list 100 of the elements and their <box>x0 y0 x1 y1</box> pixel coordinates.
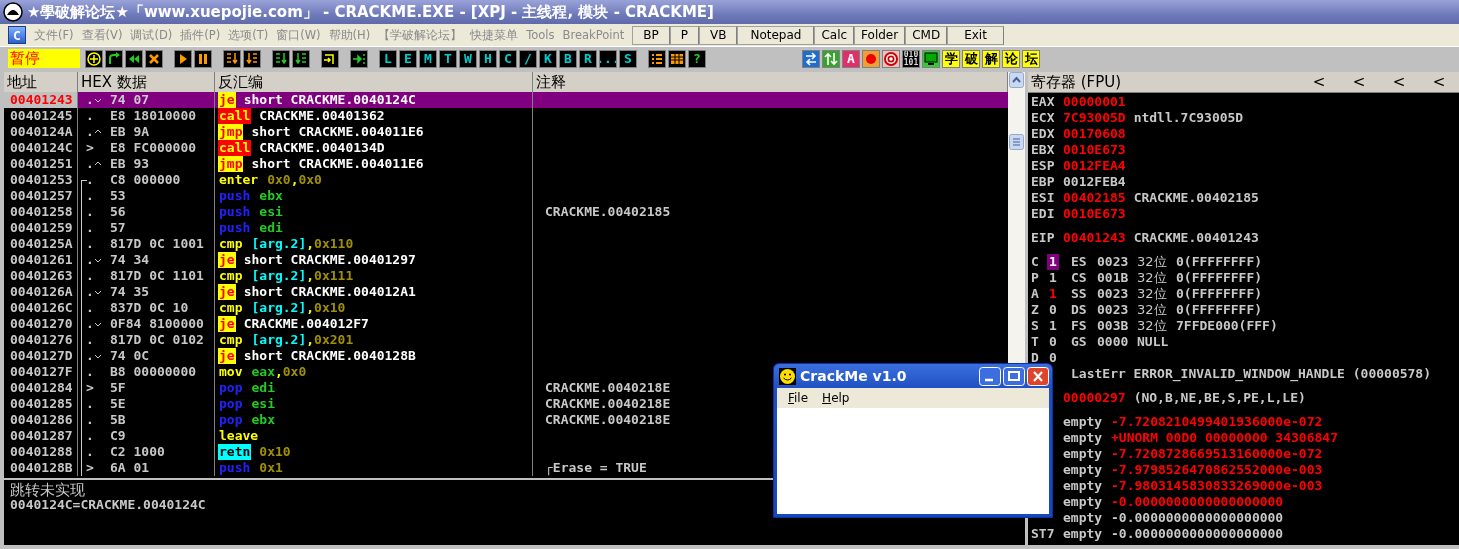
toolbar-button[interactable]: K <box>539 49 557 68</box>
code-row[interactable]: 00401257 . 53 push ebx <box>4 188 1008 204</box>
arrow-button[interactable]: < <box>1419 73 1459 91</box>
segment-bits: 32位 <box>1137 302 1168 318</box>
hex-text: EB 93 <box>110 156 150 172</box>
flag-value[interactable]: 0 <box>1047 334 1059 350</box>
register-value[interactable]: 0010E673 <box>1063 206 1126 222</box>
mnemonic: pop <box>218 396 244 412</box>
arrow-button[interactable]: < <box>1379 73 1419 91</box>
toolbar-button[interactable]: BP <box>632 25 670 45</box>
close-icon[interactable] <box>145 49 163 68</box>
fpu-value[interactable]: -7.7208728669513160000e-072 <box>1111 446 1323 462</box>
toolbar-button[interactable]: R <box>579 49 597 68</box>
register-name: ESP <box>1031 158 1056 174</box>
hex-text: C2 1000 <box>110 444 165 460</box>
fpu-value[interactable]: -7.9803145830833269000e-003 <box>1111 478 1323 494</box>
flag-value[interactable]: 1 <box>1047 270 1059 286</box>
flag-value[interactable]: 1 <box>1047 254 1059 270</box>
toolbar-button[interactable]: CMD <box>905 25 948 45</box>
code-row[interactable]: 00401259 . 57 push edi <box>4 220 1008 236</box>
fpu-value[interactable]: +UNORM 00D0 00000000 34306847 <box>1111 430 1338 446</box>
toolbar-button[interactable]: Exit <box>947 25 1004 45</box>
code-row[interactable]: 00401276 . 817D 0C 0102 cmp [arg.2],0x201 <box>4 332 1008 348</box>
toolbar-button[interactable]: VB <box>698 25 738 45</box>
flag-value[interactable]: 1 <box>1047 318 1059 334</box>
register-value[interactable]: 00170608 <box>1063 126 1126 142</box>
arrow-button[interactable]: < <box>1299 73 1339 91</box>
grid-icon[interactable] <box>668 49 686 68</box>
fpu-value[interactable]: -7.9798526470862552000e-003 <box>1111 462 1323 478</box>
step-icon[interactable] <box>272 49 290 68</box>
plus-circle-icon[interactable] <box>85 49 103 68</box>
segment-info: 0(FFFFFFFF) <box>1176 270 1263 286</box>
code-row[interactable]: 00401287 . C9 leave <box>4 428 1008 444</box>
code-row[interactable]: 00401261 . 74 34 je short CRACKME.00401297 <box>4 252 1008 268</box>
maximize-icon[interactable] <box>1003 366 1025 386</box>
code-row[interactable]: 00401288 . C2 1000 retn 0x10 <box>4 444 1008 460</box>
flags-value[interactable]: 00000297 <box>1063 390 1126 406</box>
code-row[interactable]: 00401258 . 56 push esi CRACKME.00402185 <box>4 204 1008 220</box>
scroll-thumb[interactable] <box>1009 134 1024 150</box>
flag-value[interactable]: 0 <box>1047 302 1059 318</box>
register-value[interactable]: 00401243 <box>1063 230 1126 246</box>
code-row[interactable]: 0040126C . 837D 0C 10 cmp [arg.2],0x10 <box>4 300 1008 316</box>
code-row[interactable]: 0040125A . 817D 0C 1001 cmp [arg.2],0x110 <box>4 236 1008 252</box>
step-icon[interactable] <box>243 49 261 68</box>
fpu-value[interactable]: -7.7208210499401936000e-072 <box>1111 414 1323 430</box>
step-out-icon[interactable] <box>321 49 339 68</box>
step-icon[interactable] <box>223 49 241 68</box>
code-row[interactable]: 0040126A . 74 35 je short CRACKME.004012A1 <box>4 284 1008 300</box>
fpu-value[interactable]: -0.0000000000000000000 <box>1111 526 1284 542</box>
register-value[interactable]: 00000001 <box>1063 94 1126 110</box>
code-row[interactable]: 00401243 . 74 07 je short CRACKME.0040124C <box>4 92 1008 108</box>
code-row[interactable]: 0040124A . EB 9A jmp short CRACKME.004011E6 <box>4 124 1008 140</box>
register-value[interactable]: 0010E673 <box>1063 142 1126 158</box>
code-row[interactable]: 00401253 . C8 000000 enter 0x0,0x0 <box>4 172 1008 188</box>
toolbar-button[interactable]: ... <box>599 49 617 68</box>
toolbar-button[interactable]: Notepad <box>737 25 815 45</box>
toolbar-button[interactable]: / <box>519 49 537 68</box>
arrow-button[interactable]: < <box>1339 73 1379 91</box>
toolbar-button[interactable]: W <box>459 49 477 68</box>
menu-icon[interactable]: C <box>8 26 26 44</box>
fpu-value[interactable]: -0.0000000000000000000 <box>1111 494 1284 510</box>
toolbar-button[interactable]: B <box>559 49 577 68</box>
scroll-up-icon[interactable] <box>1009 72 1024 88</box>
flag-value[interactable]: 1 <box>1047 286 1059 302</box>
flag-value[interactable]: 0 <box>1047 350 1059 366</box>
code-row[interactable]: 0040128B > 6A 01 push 0x1 ┌Erase = TRUE <box>4 460 1008 476</box>
rewind-icon[interactable] <box>125 49 143 68</box>
toolbar-button[interactable]: ? <box>688 49 706 68</box>
list-icon[interactable] <box>648 49 666 68</box>
register-value[interactable]: 0012FEA4 <box>1063 158 1126 174</box>
toolbar-button[interactable]: H <box>479 49 497 68</box>
toolbar-button[interactable]: L <box>379 49 397 68</box>
toolbar-button[interactable]: Folder <box>854 25 906 45</box>
menu-item[interactable]: Help <box>815 391 857 405</box>
toolbar-button[interactable]: C <box>499 49 517 68</box>
toolbar-button[interactable]: S <box>619 49 637 68</box>
code-row[interactable]: 00401286 . 5B pop ebx CRACKME.0040218E <box>4 412 1008 428</box>
code-row[interactable]: 00401270 . 0F84 8100000 je CRACKME.004012F7 <box>4 316 1008 332</box>
menu-item[interactable]: File <box>781 391 816 405</box>
play-icon[interactable] <box>174 49 192 68</box>
code-row[interactable]: 0040127D . 74 0C je short CRACKME.0040128B <box>4 348 1008 364</box>
run-to-icon[interactable] <box>350 49 368 68</box>
fpu-tag: empty <box>1063 430 1111 446</box>
minimize-icon[interactable] <box>979 366 1001 386</box>
toolbar-button[interactable]: E <box>399 49 417 68</box>
register-value[interactable]: 0012FEB4 <box>1063 174 1126 190</box>
toolbar-button[interactable]: P <box>669 25 699 45</box>
fpu-value[interactable]: -0.0000000000000000000 <box>1111 510 1284 526</box>
code-row[interactable]: 00401263 . 817D 0C 1101 cmp [arg.2],0x111 <box>4 268 1008 284</box>
register-value[interactable]: 7C93005D <box>1063 110 1126 126</box>
step-icon[interactable] <box>292 49 310 68</box>
toolbar-button[interactable]: T <box>439 49 457 68</box>
mnemonic: push <box>218 220 252 236</box>
register-value[interactable]: 00402185 <box>1063 190 1126 206</box>
pause-icon[interactable] <box>194 49 212 68</box>
code-row[interactable]: 0040124C > E8 FC000000 call CRACKME.0040134D <box>4 140 1008 156</box>
toolbar-button[interactable]: Calc <box>814 25 855 45</box>
segment-info: 0(FFFFFFFF) <box>1176 286 1263 302</box>
toolbar-button[interactable]: M <box>419 49 437 68</box>
code-row[interactable]: 00401245 . E8 18010000 call CRACKME.00401362 <box>4 108 1008 124</box>
